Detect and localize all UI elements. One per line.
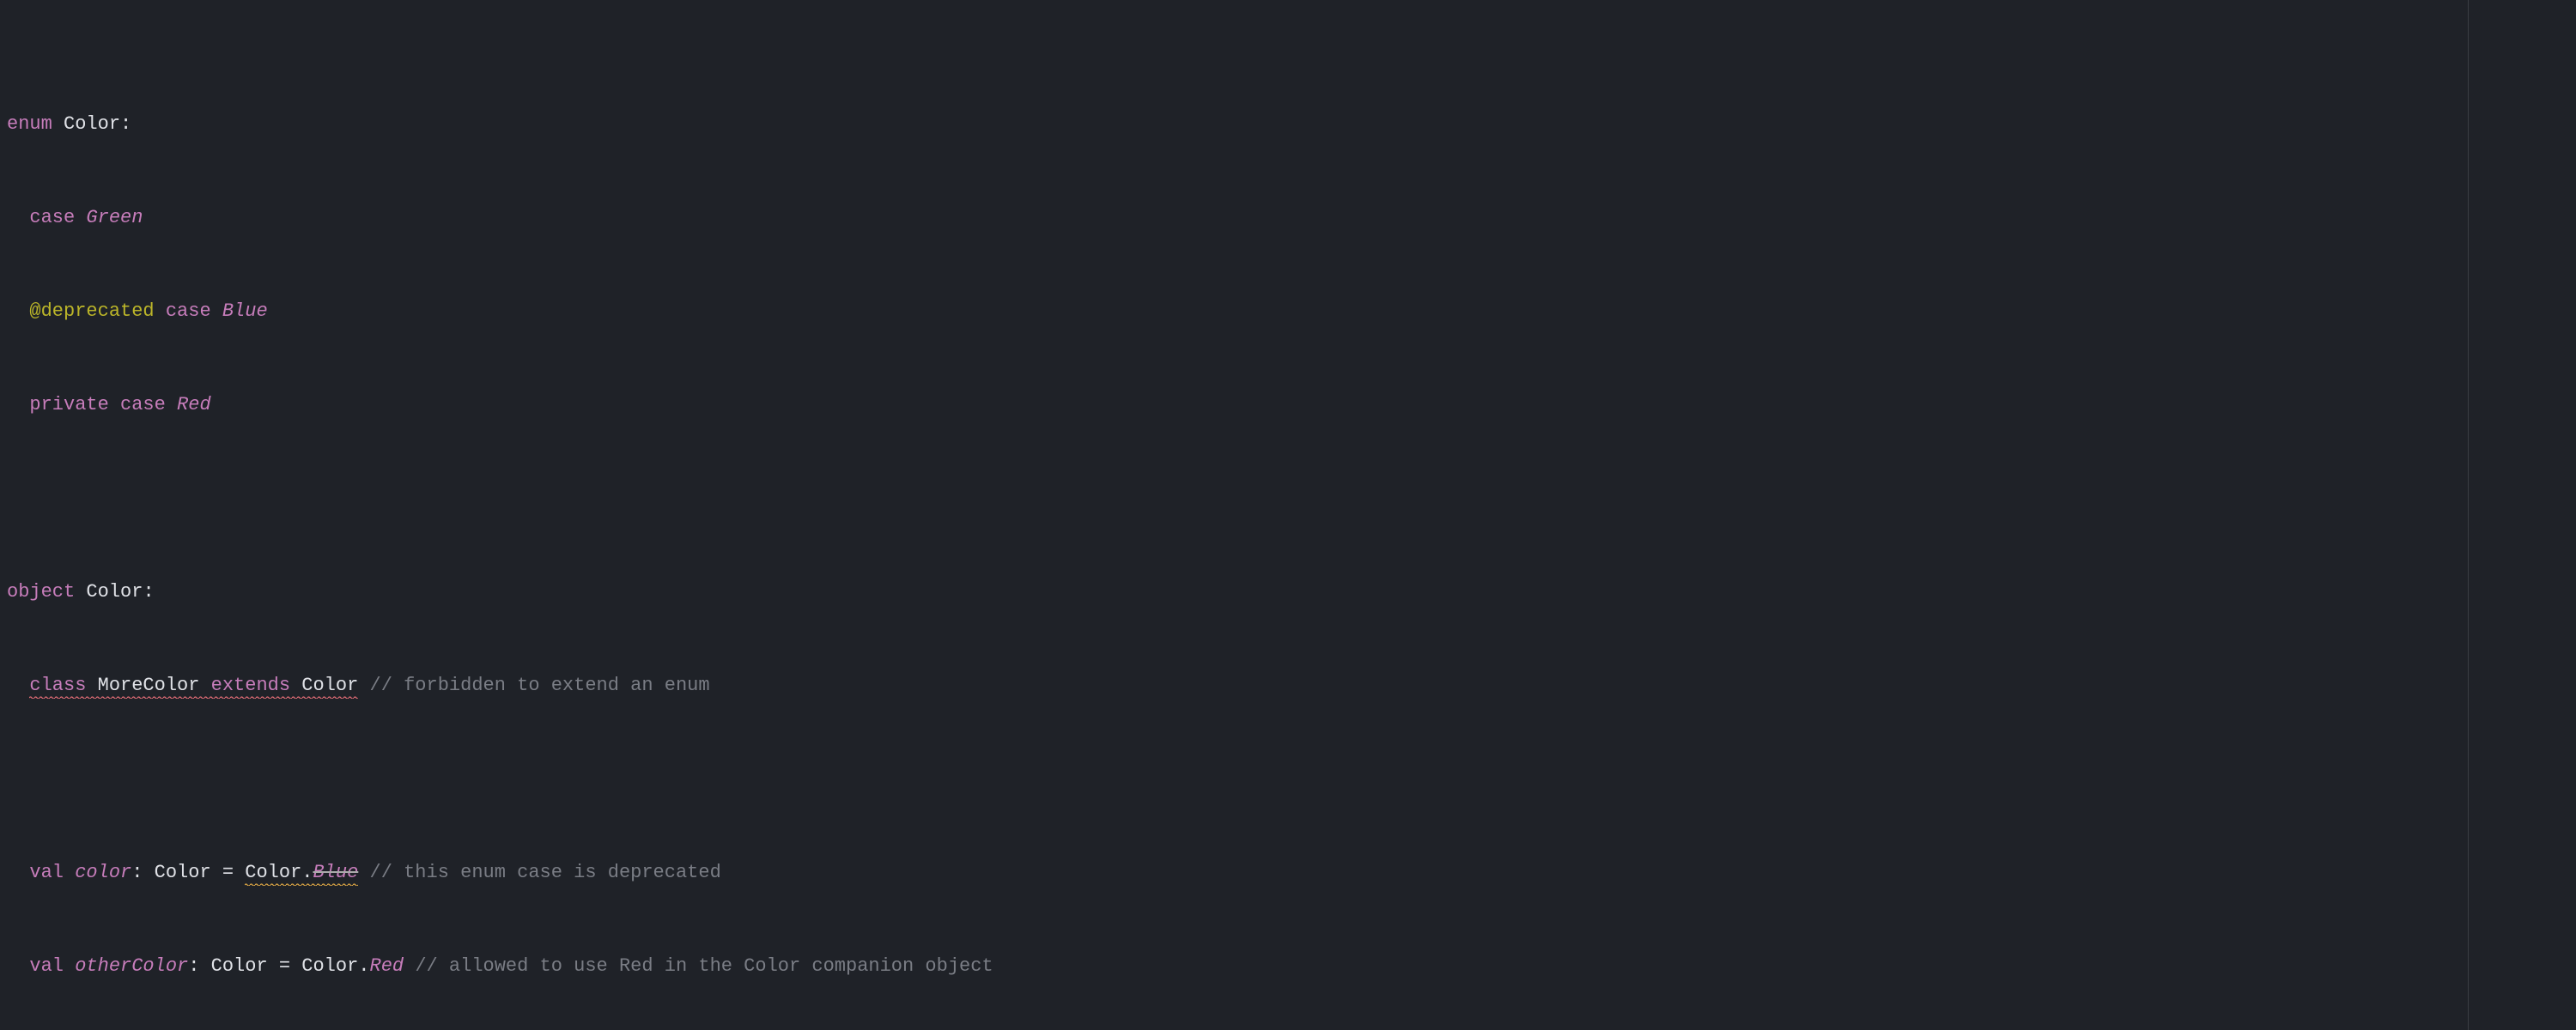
dot: .	[301, 862, 313, 883]
type-name: Color	[64, 113, 120, 135]
qualifier: Color	[245, 862, 301, 883]
annotation-deprecated: @deprecated	[29, 300, 154, 322]
keyword-extends: extends	[211, 675, 290, 696]
error-span: class MoreColor extends Color	[29, 675, 358, 699]
enum-case-name: Blue	[222, 300, 268, 322]
keyword-object: object	[7, 581, 75, 603]
keyword-enum: enum	[7, 113, 52, 135]
code-line[interactable]: object Color:	[0, 578, 2576, 607]
code-line[interactable]: val color: Color = Color.Blue // this en…	[0, 858, 2576, 888]
comment: // forbidden to extend an enum	[370, 675, 710, 696]
indent	[7, 955, 29, 977]
keyword-private: private	[29, 394, 108, 415]
code-line[interactable]: class MoreColor extends Color // forbidd…	[0, 671, 2576, 700]
code-line[interactable]: enum Color:	[0, 110, 2576, 139]
indent	[7, 300, 29, 322]
indent	[7, 862, 29, 883]
code-line[interactable]: @deprecated case Blue	[0, 297, 2576, 326]
val-name: color	[75, 862, 131, 883]
deprecated-member: Blue	[313, 862, 358, 883]
enum-case-name: Green	[86, 207, 143, 228]
indent	[7, 394, 29, 415]
indent	[7, 207, 29, 228]
qualifier: Color	[301, 955, 358, 977]
equals: =	[279, 955, 290, 977]
keyword-case: case	[29, 207, 75, 228]
indent	[7, 675, 29, 696]
code-line-empty[interactable]	[0, 484, 2576, 513]
colon: :	[131, 862, 143, 883]
type-ref: Color	[155, 862, 211, 883]
comment: // this enum case is deprecated	[370, 862, 721, 883]
keyword-val: val	[29, 955, 64, 977]
colon: :	[143, 581, 154, 603]
code-line[interactable]: val otherColor: Color = Color.Red // all…	[0, 952, 2576, 981]
object-name: Color	[86, 581, 143, 603]
dot: .	[358, 955, 369, 977]
warning-span: Color.Blue	[245, 862, 358, 886]
class-name: MoreColor	[98, 675, 200, 696]
code-line-empty[interactable]	[0, 765, 2576, 794]
enum-case-name: Red	[177, 394, 211, 415]
keyword-val: val	[29, 862, 64, 883]
code-line[interactable]: case Green	[0, 203, 2576, 233]
comment: // allowed to use Red in the Color compa…	[415, 955, 993, 977]
colon: :	[120, 113, 131, 135]
type-ref: Color	[211, 955, 268, 977]
equals: =	[222, 862, 234, 883]
colon: :	[188, 955, 199, 977]
val-name: otherColor	[75, 955, 188, 977]
code-line[interactable]: private case Red	[0, 391, 2576, 420]
keyword-case: case	[120, 394, 166, 415]
member-ref: Red	[370, 955, 404, 977]
keyword-case: case	[166, 300, 211, 322]
base-class: Color	[301, 675, 358, 696]
code-editor[interactable]: enum Color: case Green @deprecated case …	[0, 0, 2576, 1030]
keyword-class: class	[29, 675, 86, 696]
